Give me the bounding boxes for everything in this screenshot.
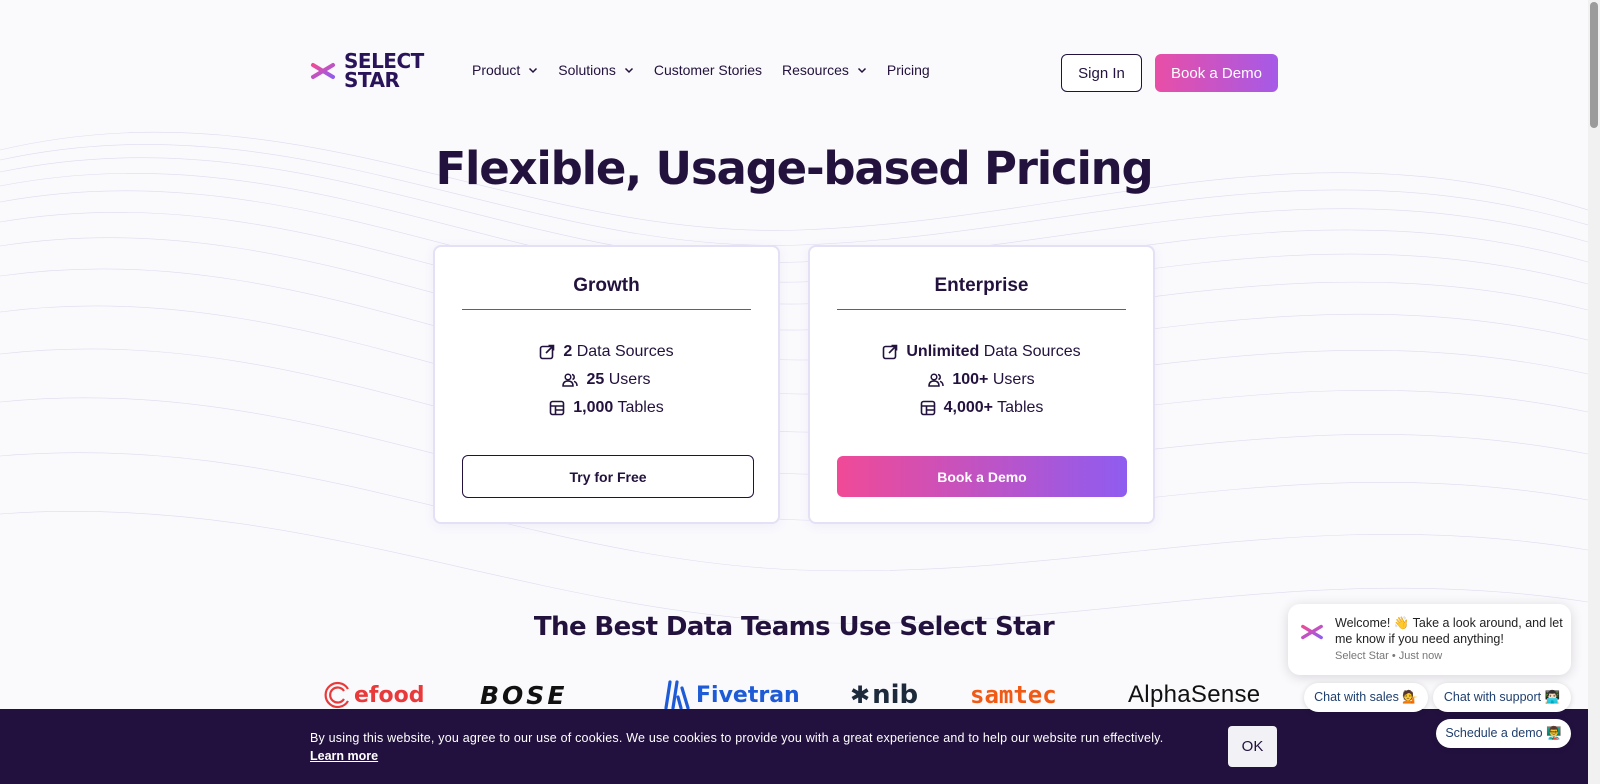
chevron-down-icon bbox=[529, 67, 538, 74]
feature-tables: 1,000 Tables bbox=[435, 394, 778, 422]
nav-item-solutions[interactable]: Solutions bbox=[558, 62, 634, 78]
feature-label: Tables bbox=[997, 399, 1044, 416]
nav-item-resources[interactable]: Resources bbox=[782, 62, 867, 78]
nav-label: Solutions bbox=[558, 62, 616, 78]
try-for-free-button[interactable]: Try for Free bbox=[462, 455, 754, 498]
external-link-icon bbox=[540, 344, 555, 360]
page-scrollbar[interactable] bbox=[1588, 0, 1600, 784]
page-title: Flexible, Usage-based Pricing bbox=[435, 142, 1153, 195]
chat-meta: Select Star • Just now bbox=[1335, 650, 1443, 662]
table-icon bbox=[920, 400, 935, 416]
chevron-down-icon bbox=[624, 67, 633, 74]
feature-label: Tables bbox=[617, 399, 664, 416]
plan-divider bbox=[462, 309, 751, 310]
feature-value: 25 bbox=[586, 371, 605, 388]
plan-name: Growth bbox=[573, 275, 640, 296]
fivetran-mark-icon bbox=[664, 680, 690, 710]
nav-label: Resources bbox=[782, 62, 849, 78]
cookie-banner: By using this website, you agree to our … bbox=[0, 709, 1588, 784]
feature-label: Data Sources bbox=[576, 343, 674, 360]
nib-mark-icon: ✱ bbox=[850, 681, 871, 709]
plan-name: Enterprise bbox=[934, 275, 1029, 296]
feature-label: Users bbox=[608, 371, 651, 388]
plan-card-enterprise: Enterprise Unlimited Data Sources 100+ U… bbox=[808, 245, 1155, 524]
nav-item-product[interactable]: Product bbox=[472, 62, 538, 78]
feature-value: Unlimited bbox=[906, 343, 980, 360]
chevron-down-icon bbox=[857, 67, 866, 74]
sign-in-button[interactable]: Sign In bbox=[1061, 54, 1142, 92]
brand-wordmark: efood bbox=[354, 682, 425, 708]
chat-message: Welcome! 👋 Take a look around, and let m… bbox=[1335, 616, 1563, 646]
feature-value: 1,000 bbox=[573, 399, 614, 416]
plan-divider bbox=[837, 309, 1126, 310]
feature-tables: 4,000+ Tables bbox=[810, 394, 1153, 422]
chat-with-support-button[interactable]: Chat with support 👨🏻‍💻 bbox=[1433, 683, 1571, 712]
nav-label: Customer Stories bbox=[653, 62, 762, 78]
feature-data-sources: 2 Data Sources bbox=[435, 338, 778, 366]
nav-label: Pricing bbox=[886, 62, 930, 78]
plan-card-growth: Growth 2 Data Sources 25 Users 1,000 Tab… bbox=[433, 245, 780, 524]
feature-value: 4,000+ bbox=[943, 399, 993, 416]
cookie-ok-button[interactable]: OK bbox=[1228, 726, 1277, 767]
feature-label: Users bbox=[992, 371, 1035, 388]
brand-wordmark: nib bbox=[872, 680, 919, 710]
feature-data-sources: Unlimited Data Sources bbox=[810, 338, 1153, 366]
feature-value: 2 bbox=[563, 343, 573, 360]
feature-label: Data Sources bbox=[983, 343, 1081, 360]
main-nav: Product Solutions Customer Stories Resou… bbox=[472, 62, 950, 78]
nav-item-pricing[interactable]: Pricing bbox=[887, 62, 930, 78]
feature-users: 25 Users bbox=[435, 366, 778, 394]
learn-more-link[interactable]: Learn more bbox=[310, 749, 378, 763]
star-avatar-icon bbox=[1301, 620, 1323, 644]
table-icon bbox=[549, 400, 565, 416]
feature-users: 100+ Users bbox=[810, 366, 1153, 394]
cookie-text: By using this website, you agree to our … bbox=[310, 731, 1164, 745]
chat-welcome-bubble[interactable]: Welcome! 👋 Take a look around, and let m… bbox=[1288, 604, 1571, 675]
feature-value: 100+ bbox=[952, 371, 989, 388]
scrollbar-thumb[interactable] bbox=[1590, 2, 1598, 128]
plan-features: 2 Data Sources 25 Users 1,000 Tables bbox=[435, 338, 778, 422]
plan-features: Unlimited Data Sources 100+ Users 4,000+… bbox=[810, 338, 1153, 422]
users-icon bbox=[928, 373, 945, 387]
nav-label: Product bbox=[472, 62, 521, 78]
enterprise-book-demo-button[interactable]: Book a Demo bbox=[837, 456, 1127, 497]
external-link-icon bbox=[883, 344, 898, 360]
nav-item-customer-stories[interactable]: Customer Stories bbox=[654, 62, 762, 78]
schedule-demo-button[interactable]: Schedule a demo 👨‍🏫 bbox=[1436, 719, 1571, 748]
logo-wordmark: SELECT STAR bbox=[344, 49, 424, 92]
efood-mark-icon bbox=[324, 681, 349, 709]
users-icon bbox=[562, 373, 579, 387]
book-demo-button[interactable]: Book a Demo bbox=[1155, 54, 1278, 92]
brand-wordmark: Fivetran bbox=[696, 682, 800, 708]
star-logo-icon bbox=[311, 58, 335, 84]
select-star-logo[interactable]: SELECT STAR bbox=[310, 49, 424, 92]
chat-with-sales-button[interactable]: Chat with sales 💁 bbox=[1304, 683, 1428, 712]
